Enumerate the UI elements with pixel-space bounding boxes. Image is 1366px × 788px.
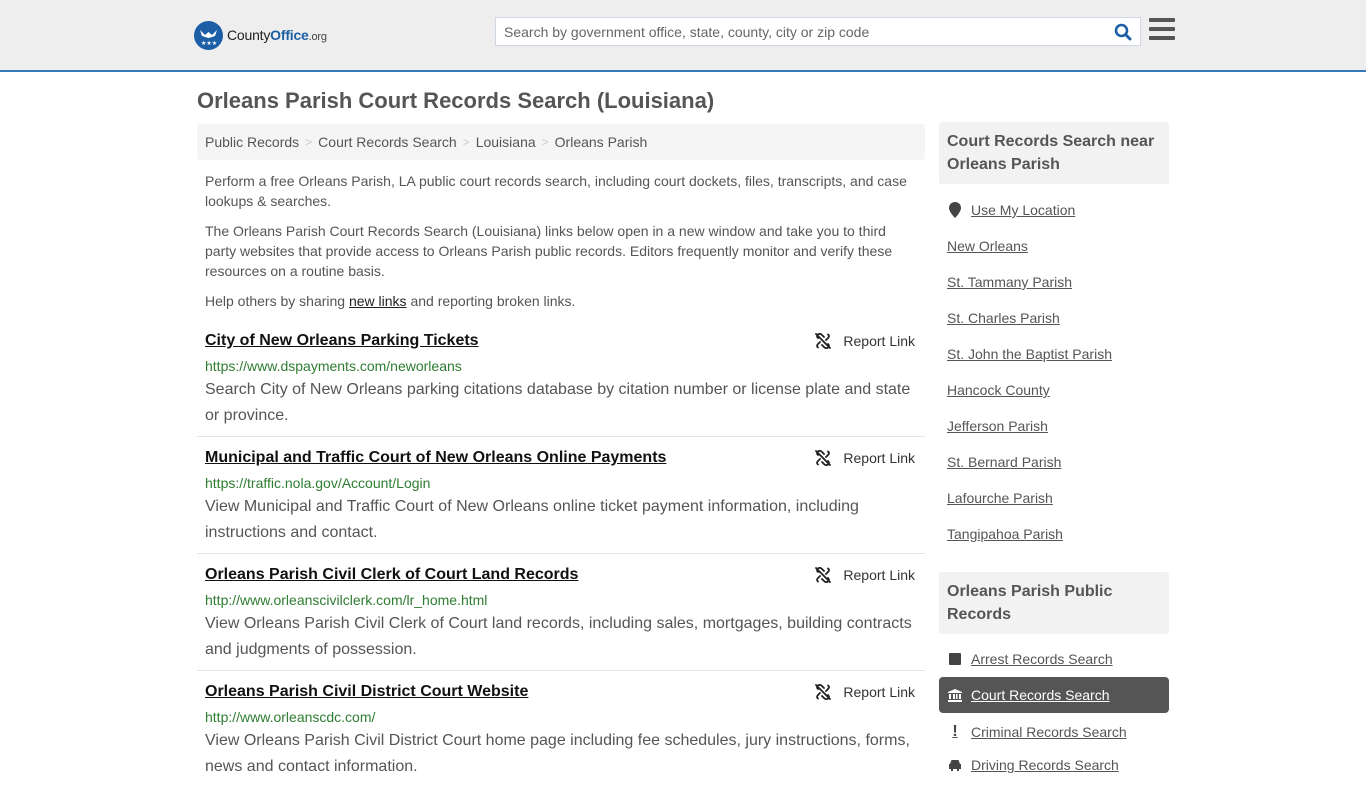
- page-title: Orleans Parish Court Records Search (Lou…: [197, 88, 715, 113]
- sidebar-item-label: Driving Records Search: [971, 757, 1119, 773]
- nearby-link-tangipahoa-parish[interactable]: Tangipahoa Parish: [947, 526, 1063, 542]
- square-icon: [947, 653, 963, 665]
- nearby-link-hancock-county[interactable]: Hancock County: [947, 382, 1050, 398]
- nearby-link-new-orleans[interactable]: New Orleans: [947, 238, 1028, 254]
- search-icon: [1114, 23, 1132, 40]
- sidebar-item-criminal-records[interactable]: ! Criminal Records Search: [947, 723, 1127, 741]
- logo-office: Office: [270, 27, 309, 43]
- car-icon: [947, 759, 963, 771]
- breadcrumb-separator: >: [462, 135, 470, 149]
- nearby-link-st-bernard-parish[interactable]: St. Bernard Parish: [947, 454, 1061, 470]
- use-my-location-link[interactable]: Use My Location: [947, 202, 1075, 218]
- use-my-location-label: Use My Location: [971, 202, 1076, 218]
- listing-url: https://www.dspayments.com/neworleans: [205, 358, 462, 374]
- listing-url: https://traffic.nola.gov/Account/Login: [205, 475, 431, 491]
- report-link-button[interactable]: Report Link: [815, 684, 915, 700]
- breadcrumb-public-records[interactable]: Public Records: [205, 134, 299, 150]
- listing-description: View Orleans Parish Civil Clerk of Court…: [205, 615, 912, 658]
- breadcrumb-court-records-search[interactable]: Court Records Search: [318, 134, 457, 150]
- intro-text: Perform a free Orleans Parish, LA public…: [205, 171, 920, 321]
- sidebar-nearby-heading: Court Records Search near Orleans Parish: [939, 122, 1169, 184]
- sidebar-item-label: Arrest Records Search: [971, 651, 1113, 667]
- logo-eagle-icon: ★★★: [194, 20, 223, 50]
- nearby-link-jefferson-parish[interactable]: Jefferson Parish: [947, 418, 1048, 434]
- logo-text: CountyOffice.org: [227, 27, 327, 43]
- map-marker-icon: [947, 202, 963, 218]
- search-button[interactable]: [1106, 18, 1140, 45]
- report-link-button[interactable]: Report Link: [815, 567, 915, 583]
- site-header: ★★★ CountyOffice.org: [0, 0, 1366, 72]
- nearby-link-lafourche-parish[interactable]: Lafourche Parish: [947, 490, 1053, 506]
- broken-link-icon: [815, 333, 832, 349]
- listing-description: View Municipal and Traffic Court of New …: [205, 498, 859, 541]
- nearby-link-st-tammany-parish[interactable]: St. Tammany Parish: [947, 274, 1072, 290]
- broken-link-icon: [815, 567, 832, 583]
- report-link-label: Report Link: [843, 333, 915, 349]
- sidebar-records-heading: Orleans Parish Public Records: [939, 572, 1169, 634]
- intro-paragraph-2: The Orleans Parish Court Records Search …: [205, 223, 893, 279]
- search-box: [495, 17, 1141, 46]
- listing-item: Orleans Parish Civil Clerk of Court Land…: [197, 561, 925, 671]
- courthouse-icon: [947, 688, 963, 702]
- report-link-button[interactable]: Report Link: [815, 333, 915, 349]
- report-link-label: Report Link: [843, 684, 915, 700]
- report-link-label: Report Link: [843, 450, 915, 466]
- breadcrumb-separator: >: [541, 135, 549, 149]
- intro-paragraph-3: Help others by sharing new links and rep…: [205, 291, 920, 311]
- sidebar-item-label: Court Records Search: [971, 687, 1110, 703]
- listing-item: City of New Orleans Parking Tickets Repo…: [197, 327, 925, 437]
- listing-url: http://www.orleanscdc.com/: [205, 709, 376, 725]
- listing-description: Search City of New Orleans parking citat…: [205, 381, 911, 424]
- listing-title-link[interactable]: Orleans Parish Civil District Court Webs…: [205, 683, 528, 701]
- sidebar-item-arrest-records[interactable]: Arrest Records Search: [947, 651, 1113, 667]
- nearby-link-st-charles-parish[interactable]: St. Charles Parish: [947, 310, 1060, 326]
- listing-title-link[interactable]: Municipal and Traffic Court of New Orlea…: [205, 449, 666, 467]
- sidebar-item-court-records[interactable]: Court Records Search: [947, 687, 1110, 703]
- listing-url: http://www.orleanscivilclerk.com/lr_home…: [205, 592, 488, 608]
- hamburger-menu-icon[interactable]: [1149, 18, 1175, 42]
- listing-description: View Orleans Parish Civil District Court…: [205, 732, 910, 775]
- listing-title-link[interactable]: City of New Orleans Parking Tickets: [205, 332, 479, 350]
- breadcrumb-louisiana[interactable]: Louisiana: [476, 134, 536, 150]
- breadcrumb: Public Records > Court Records Search > …: [197, 124, 925, 160]
- breadcrumb-separator: >: [305, 135, 313, 149]
- intro-paragraph-1: Perform a free Orleans Parish, LA public…: [205, 173, 907, 209]
- intro-p3-text: Help others by sharing: [205, 293, 349, 309]
- broken-link-icon: [815, 684, 832, 700]
- exclamation-icon: !: [952, 723, 958, 740]
- logo-tld: .org: [308, 31, 327, 43]
- sidebar-item-driving-records[interactable]: Driving Records Search: [947, 757, 1119, 773]
- svg-text:★★★: ★★★: [201, 40, 217, 47]
- intro-p3-text-after: and reporting broken links.: [406, 293, 576, 309]
- report-link-label: Report Link: [843, 567, 915, 583]
- site-logo[interactable]: ★★★ CountyOffice.org: [194, 20, 327, 50]
- sidebar-item-label: Criminal Records Search: [971, 724, 1127, 740]
- new-links-link[interactable]: new links: [349, 293, 407, 309]
- listing-item: Orleans Parish Civil District Court Webs…: [197, 678, 925, 788]
- listing-title-link[interactable]: Orleans Parish Civil Clerk of Court Land…: [205, 566, 578, 584]
- nearby-link-st-john-the-baptist-parish[interactable]: St. John the Baptist Parish: [947, 346, 1112, 362]
- search-input[interactable]: [496, 18, 1106, 45]
- broken-link-icon: [815, 450, 832, 466]
- breadcrumb-orleans-parish[interactable]: Orleans Parish: [555, 134, 648, 150]
- logo-county: County: [227, 27, 271, 43]
- listing-item: Municipal and Traffic Court of New Orlea…: [197, 444, 925, 554]
- report-link-button[interactable]: Report Link: [815, 450, 915, 466]
